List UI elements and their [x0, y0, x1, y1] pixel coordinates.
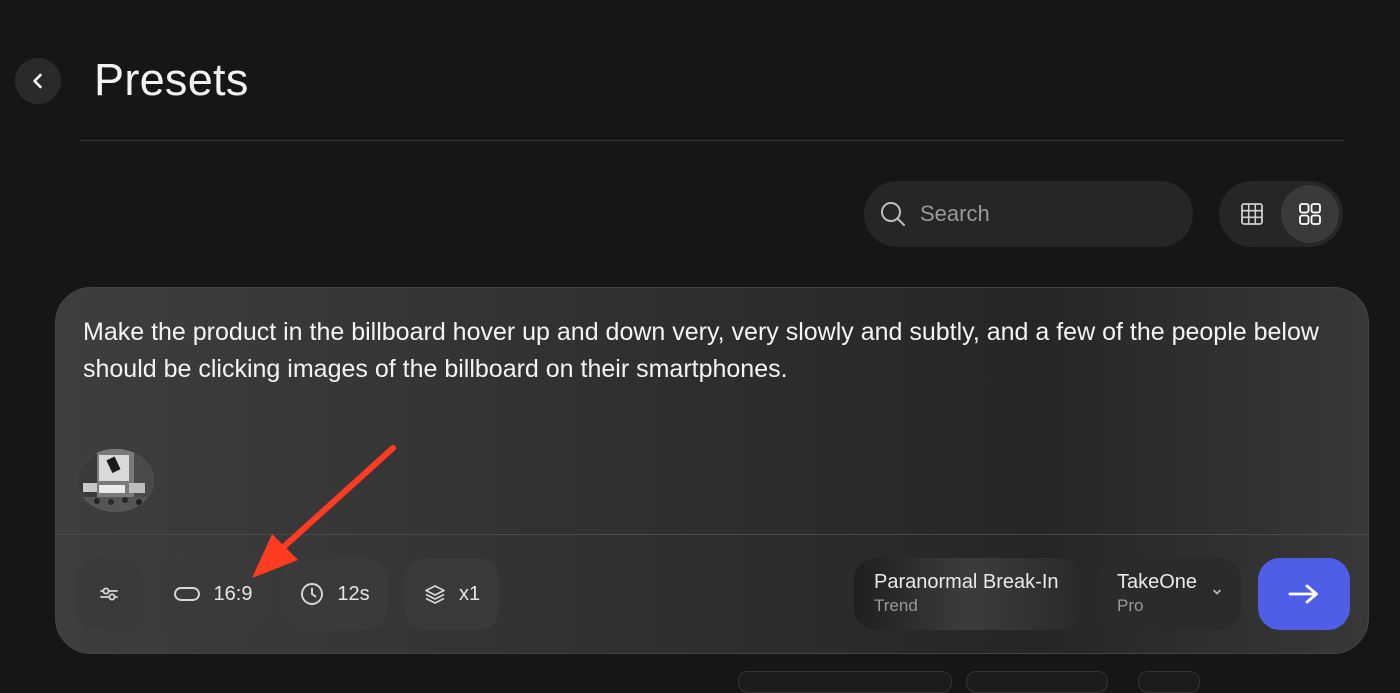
model-title: TakeOne — [1117, 571, 1198, 593]
chevron-left-icon — [33, 73, 42, 89]
duration-button[interactable]: 12s — [282, 558, 388, 630]
count-button[interactable]: x1 — [405, 558, 499, 630]
sliders-icon — [100, 587, 118, 601]
partial-bottom-element — [738, 671, 952, 693]
aspect-ratio-icon — [173, 587, 200, 601]
search-bar[interactable] — [864, 181, 1193, 247]
reference-image-thumbnail[interactable] — [77, 449, 154, 512]
send-button[interactable] — [1258, 558, 1350, 630]
model-subtitle: Pro — [1117, 596, 1144, 615]
settings-button[interactable] — [76, 558, 142, 630]
billboard-image — [77, 449, 154, 512]
header-divider — [80, 140, 1344, 141]
prompt-text[interactable]: Make the product in the billboard hover … — [83, 314, 1343, 388]
page-title: Presets — [94, 54, 249, 105]
composer-divider — [56, 534, 1368, 535]
preset-selector[interactable]: Paranormal Break-In Trend — [854, 558, 1081, 630]
card-grid-icon — [1299, 203, 1321, 225]
view-toggle — [1219, 181, 1343, 247]
back-button[interactable] — [15, 58, 61, 104]
model-selector[interactable]: TakeOne Pro — [1097, 558, 1241, 630]
clock-icon — [301, 583, 324, 605]
prompt-composer: Make the product in the billboard hover … — [55, 287, 1369, 654]
arrow-right-icon — [1288, 584, 1318, 604]
preset-title: Paranormal Break-In — [874, 571, 1059, 593]
table-grid-icon — [1241, 203, 1263, 225]
count-label: x1 — [458, 582, 481, 605]
aspect-ratio-button[interactable]: 16:9 — [159, 558, 266, 630]
duration-label: 12s — [337, 582, 370, 605]
search-icon — [881, 202, 905, 226]
aspect-ratio-label: 16:9 — [213, 582, 253, 605]
layers-icon — [425, 585, 445, 604]
card-view-button[interactable] — [1281, 185, 1339, 243]
partial-bottom-element — [966, 671, 1108, 693]
preset-subtitle: Trend — [874, 596, 918, 615]
search-input[interactable] — [918, 200, 1162, 228]
table-view-button[interactable] — [1223, 185, 1281, 243]
chevron-down-icon — [1213, 589, 1221, 595]
partial-bottom-element — [1138, 671, 1200, 693]
